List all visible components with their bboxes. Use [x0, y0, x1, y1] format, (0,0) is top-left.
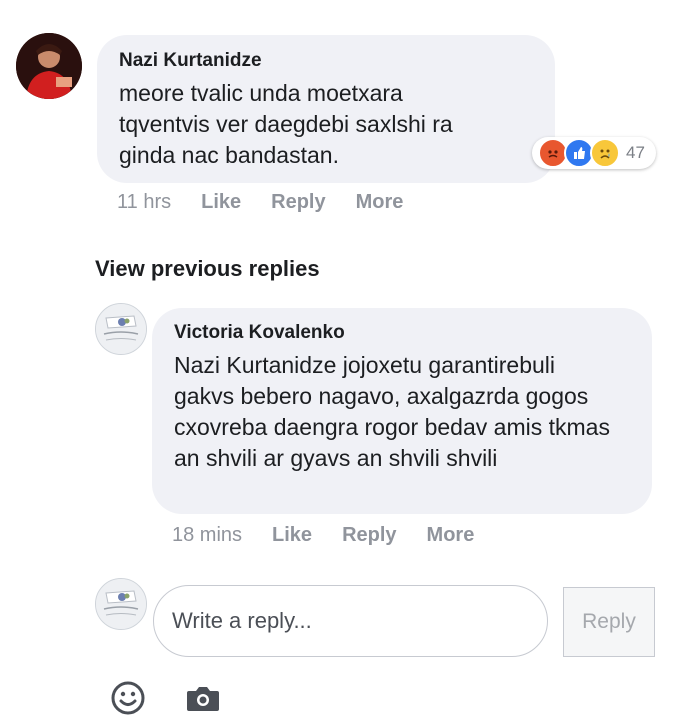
profile-photo-icon [96, 579, 146, 629]
like-link[interactable]: Like [201, 191, 241, 214]
comment-text: meore tvalic unda moetxara tqventvis ver… [119, 80, 453, 168]
reactions-summary[interactable]: 47 [532, 137, 656, 169]
more-link[interactable]: More [427, 524, 475, 547]
avatar[interactable] [16, 33, 82, 99]
reply-actions: 18 mins Like Reply More [172, 524, 504, 547]
comment-author[interactable]: Nazi Kurtanidze [119, 48, 533, 74]
profile-photo-icon [96, 304, 146, 354]
comment-actions: 11 hrs Like Reply More [117, 191, 433, 214]
more-link[interactable]: More [356, 191, 404, 214]
camera-icon[interactable] [183, 678, 223, 718]
reply-author[interactable]: Victoria Kovalenko [174, 320, 630, 346]
reply-bubble: Victoria Kovalenko Nazi Kurtanidze jojox… [152, 308, 652, 514]
view-previous-replies-link[interactable]: View previous replies [95, 256, 320, 282]
reply-submit-button[interactable]: Reply [563, 587, 655, 657]
profile-photo-icon [16, 33, 82, 99]
sad-icon [590, 138, 620, 168]
reaction-count: 47 [626, 143, 645, 162]
avatar[interactable] [95, 303, 147, 355]
reply-link[interactable]: Reply [342, 524, 396, 547]
smiley-icon[interactable] [108, 678, 148, 718]
reply-time[interactable]: 18 mins [172, 524, 242, 547]
reply-text: Nazi Kurtanidze jojoxetu garantirebuli g… [174, 352, 610, 471]
like-link[interactable]: Like [272, 524, 312, 547]
reply-input[interactable] [153, 585, 548, 657]
avatar [95, 578, 147, 630]
comment-time[interactable]: 11 hrs [117, 191, 171, 214]
comment-bubble: Nazi Kurtanidze meore tvalic unda moetxa… [97, 35, 555, 183]
reply-link[interactable]: Reply [271, 191, 325, 214]
